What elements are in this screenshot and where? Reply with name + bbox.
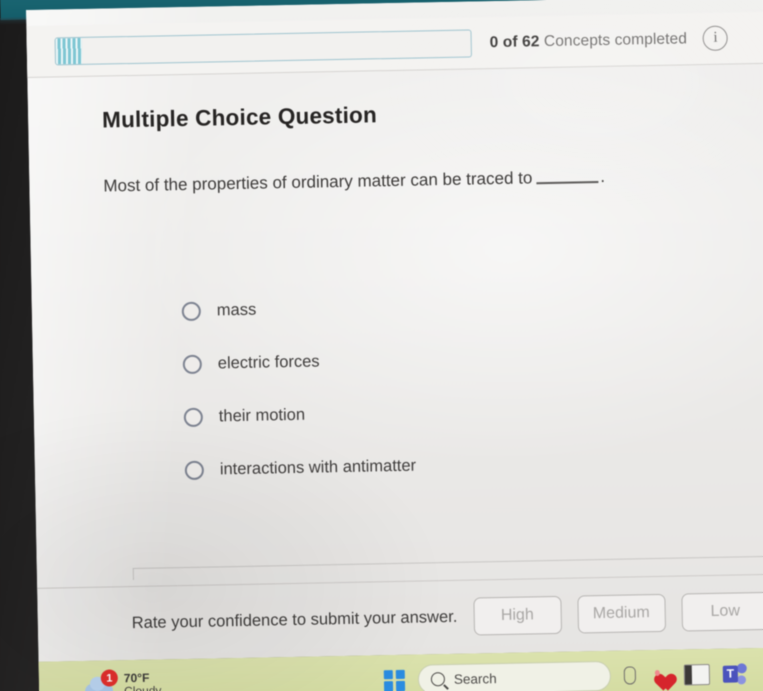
footer-divider [37, 573, 763, 589]
question-prompt-text: Most of the properties of ordinary matte… [103, 168, 533, 196]
answer-option-a[interactable]: mass [181, 291, 642, 322]
confidence-medium-button[interactable]: Medium [576, 593, 666, 634]
notification-badge: 1 [100, 669, 119, 687]
quiz-header: 0 of 62 Concepts completed i [26, 11, 763, 78]
taskbar-weather-widget[interactable]: 1 70°F Cloudy [83, 669, 162, 691]
teams-glyph: T [722, 664, 739, 683]
radio-button-icon[interactable] [184, 460, 205, 480]
panel-top-edge [132, 555, 763, 570]
progress-count: 0 of 62 [489, 32, 540, 51]
answer-options-list: mass electric forces their motion intera… [181, 291, 646, 512]
confidence-bar: Rate your confidence to submit your answ… [37, 591, 763, 644]
answer-blank [536, 181, 599, 185]
answer-option-label: their motion [218, 405, 306, 425]
confidence-low-button[interactable]: Low [680, 591, 763, 632]
progress-bar [54, 28, 472, 65]
answer-option-d[interactable]: interactions with antimatter [184, 450, 645, 481]
file-explorer-icon[interactable] [683, 663, 711, 685]
question-prompt-period: . [600, 166, 606, 187]
monitor-screen: 0 of 62 Concepts completed i Multiple Ch… [26, 0, 763, 691]
question-prompt: Most of the properties of ordinary matte… [103, 167, 605, 197]
question-type-label: Multiple Choice Question [101, 102, 378, 133]
answer-option-label: electric forces [217, 351, 320, 372]
quiz-page: 0 of 62 Concepts completed i Multiple Ch… [26, 0, 763, 662]
taskbar-search-box[interactable]: Search [417, 660, 612, 691]
search-placeholder: Search [453, 670, 497, 687]
answer-option-label: interactions with antimatter [219, 456, 417, 478]
answer-option-label: mass [216, 300, 257, 319]
cloud-icon: 1 [83, 669, 119, 691]
confidence-high-button[interactable]: High [472, 595, 562, 636]
progress-caption: 0 of 62 Concepts completed [490, 30, 688, 52]
answer-option-c[interactable]: their motion [183, 397, 644, 428]
radio-button-icon[interactable] [182, 354, 203, 374]
windows-logo-icon[interactable] [383, 669, 406, 691]
microphone-icon[interactable] [623, 666, 637, 685]
info-icon[interactable]: i [702, 25, 729, 52]
radio-button-icon[interactable] [181, 301, 201, 321]
radio-button-icon[interactable] [183, 407, 204, 427]
weather-condition: Cloudy [123, 683, 162, 691]
panel-edge-tick [132, 568, 134, 581]
progress-bar-fill [55, 37, 83, 64]
search-icon [430, 672, 446, 687]
microsoft-teams-icon[interactable]: T [722, 662, 747, 684]
confidence-prompt: Rate your confidence to submit your answ… [131, 607, 458, 632]
answer-option-b[interactable]: electric forces [182, 344, 643, 375]
weather-text: 70°F Cloudy [123, 670, 162, 691]
heart-icon[interactable] [649, 665, 671, 685]
screenshot-root: 0 of 62 Concepts completed i Multiple Ch… [0, 0, 763, 691]
taskbar-center-group: Search T [383, 648, 747, 691]
progress-caption-text: Concepts completed [543, 29, 688, 50]
